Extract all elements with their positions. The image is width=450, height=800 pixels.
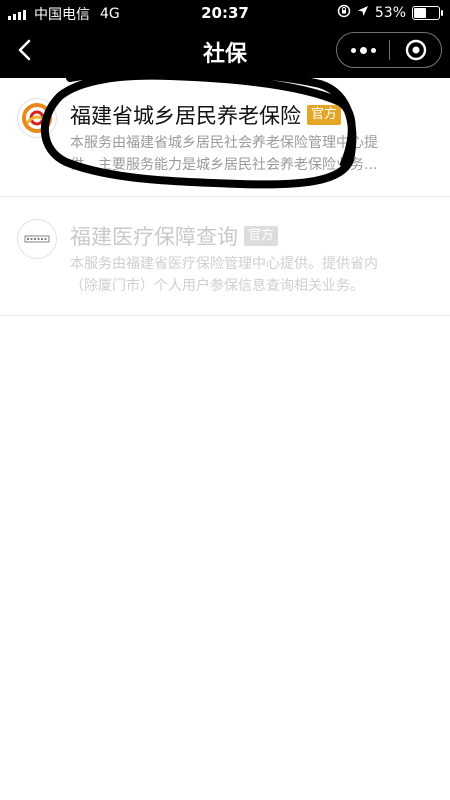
close-miniprogram-button[interactable] [390, 33, 441, 67]
result-title: 福建省城乡居民养老保险 [70, 104, 301, 128]
result-description: 本服务由福建省医疗保险管理中心提供。提供省内 （除厦门市）个人用户参保信息查询相… [70, 253, 425, 297]
location-arrow-icon [357, 5, 369, 21]
battery-percent: 53% [374, 5, 406, 21]
official-badge: 官方 [244, 226, 279, 246]
result-description: 本服务由福建省城乡居民社会养老保险管理中心提 供。主要服务能力是城乡居民社会养老… [70, 132, 425, 176]
medical-insurance-logo-icon [17, 219, 57, 259]
description-line: 本服务由福建省医疗保险管理中心提供。提供省内 [70, 256, 378, 272]
more-button[interactable] [337, 33, 389, 67]
target-circle-icon [405, 39, 426, 61]
battery-icon [412, 6, 443, 20]
result-item-medical[interactable]: 福建医疗保障查询 官方 本服务由福建省医疗保险管理中心提供。提供省内 （除厦门市… [0, 197, 450, 316]
more-dots-icon [350, 46, 376, 54]
navigation-bar: 社保 [0, 26, 450, 78]
result-title: 福建医疗保障查询 [70, 225, 238, 249]
description-line: 本服务由福建省城乡居民社会养老保险管理中心提 [70, 135, 378, 151]
status-bar: 中国电信 4G 20:37 53% [0, 0, 450, 26]
pension-logo-icon [17, 98, 57, 138]
result-item-pension[interactable]: 福建省城乡居民养老保险 官方 本服务由福建省城乡居民社会养老保险管理中心提 供。… [0, 78, 450, 197]
chevron-left-icon [18, 39, 31, 61]
lock-rotation-icon [337, 4, 351, 22]
header: 中国电信 4G 20:37 53% 社保 [0, 0, 450, 78]
back-button[interactable] [8, 34, 40, 66]
description-line: 供。主要服务能力是城乡居民社会养老保险业务... [70, 157, 378, 173]
capsule-menu [336, 32, 442, 68]
description-line: （除厦门市）个人用户参保信息查询相关业务。 [70, 278, 364, 294]
official-badge: 官方 [307, 105, 342, 125]
